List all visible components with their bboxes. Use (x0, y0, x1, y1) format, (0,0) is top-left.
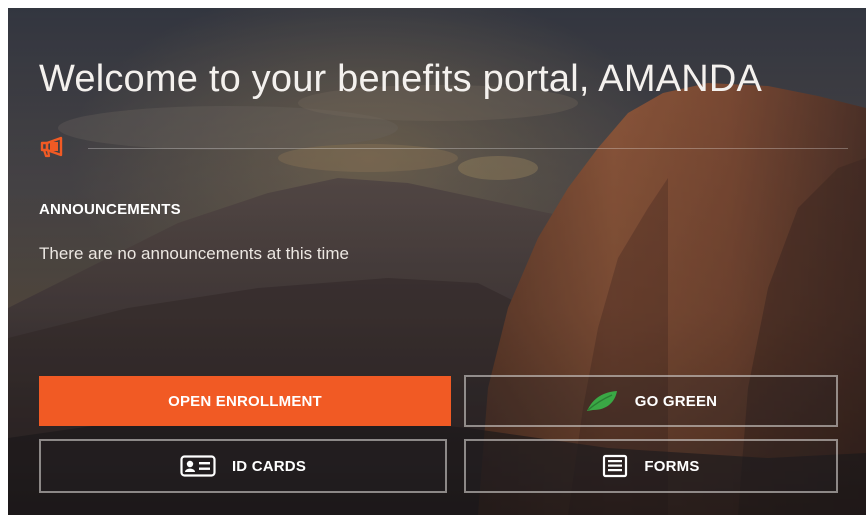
id-cards-label: ID CARDS (231, 457, 307, 475)
announcements-heading: ANNOUNCEMENTS (39, 201, 181, 218)
welcome-title: Welcome to your benefits portal, AMANDA (39, 58, 763, 100)
page-frame: Welcome to your benefits portal, AMANDA … (0, 0, 866, 519)
forms-label: FORMS (644, 457, 700, 475)
form-document-icon (603, 454, 628, 478)
id-card-icon (180, 455, 216, 477)
open-enrollment-button[interactable]: OPEN ENROLLMENT (39, 376, 451, 426)
benefits-hero-panel: Welcome to your benefits portal, AMANDA … (8, 8, 866, 515)
announcements-message: There are no announcements at this time (39, 244, 349, 263)
open-enrollment-label: OPEN ENROLLMENT (168, 392, 322, 410)
announcements-divider (88, 148, 848, 149)
go-green-label: GO GREEN (634, 392, 718, 410)
id-cards-button[interactable]: ID CARDS (39, 439, 447, 493)
go-green-button[interactable]: GO GREEN (464, 375, 838, 427)
megaphone-icon (40, 136, 63, 158)
forms-button[interactable]: FORMS (464, 439, 838, 493)
leaf-icon (586, 391, 617, 411)
